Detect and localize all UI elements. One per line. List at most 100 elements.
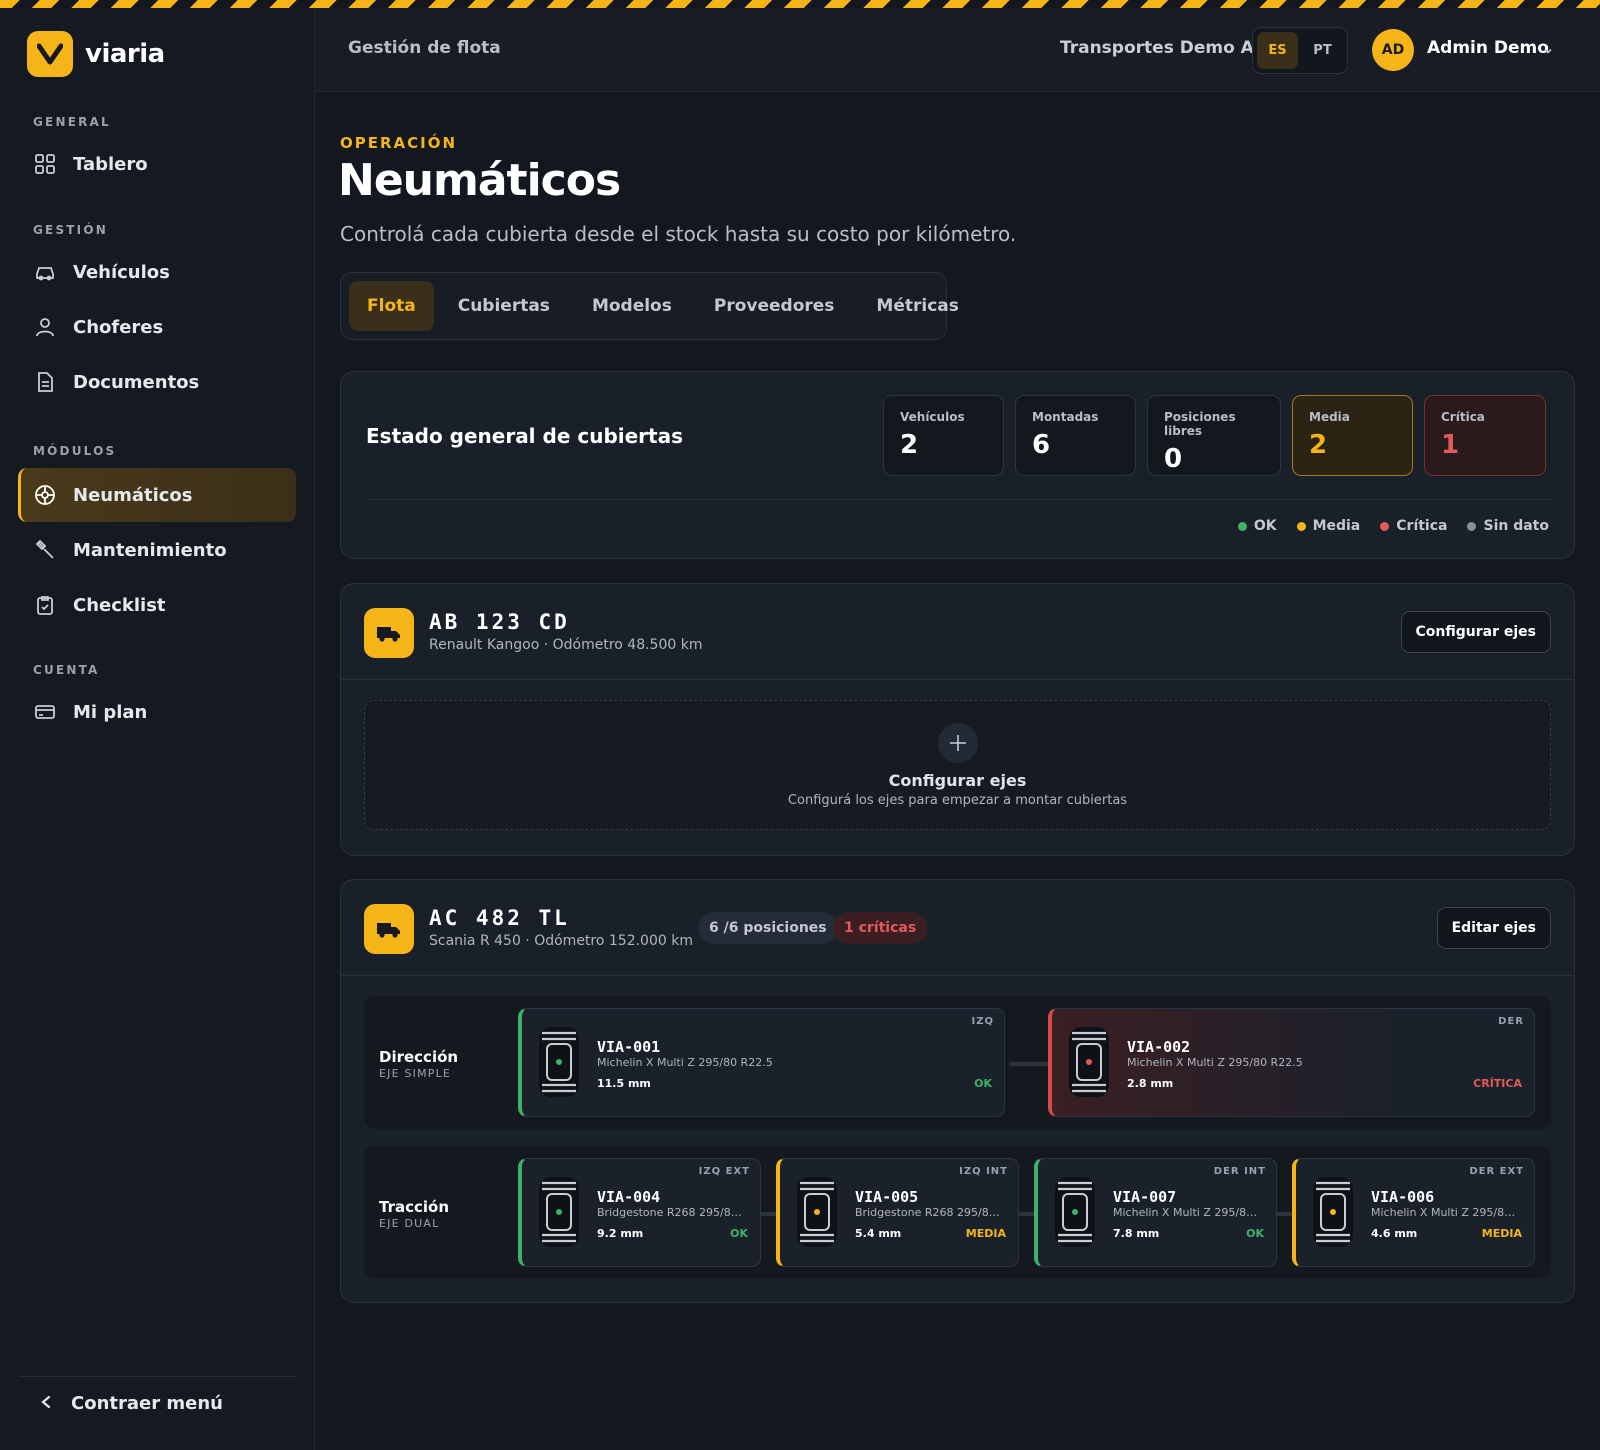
tire-model: Michelin X Multi Z 295/80... — [1113, 1206, 1263, 1219]
legend-dot — [1380, 521, 1390, 531]
lang-es-button[interactable]: ES — [1257, 32, 1298, 69]
credit-card-icon — [33, 700, 57, 724]
legend-critica: Crítica — [1380, 518, 1447, 534]
tire-depth: 7.8 mm — [1113, 1227, 1160, 1240]
tire-slot[interactable]: DER VIA-002 Michelin X Multi Z 295/80 R2… — [1048, 1008, 1535, 1117]
configure-axles-empty-state[interactable]: Configurar ejes Configurá los ejes para … — [364, 700, 1551, 830]
truck-icon — [364, 904, 414, 954]
tire-status: OK — [974, 1077, 992, 1090]
sidebar-item-tablero[interactable]: Tablero — [18, 137, 296, 191]
summary-divider — [366, 499, 1551, 500]
axle-type: EJE SIMPLE — [379, 1067, 452, 1080]
chevron-down-icon[interactable] — [1542, 42, 1556, 56]
collapse-menu-button[interactable]: Contraer menú — [40, 1393, 223, 1414]
logo-icon — [27, 31, 73, 77]
sidebar-item-label: Mi plan — [73, 701, 148, 723]
empty-state-subtitle: Configurá los ejes para empezar a montar… — [787, 793, 1128, 808]
axle-name: Dirección — [379, 1048, 459, 1066]
tire-depth: 11.5 mm — [597, 1077, 651, 1090]
edit-axles-button[interactable]: Editar ejes — [1436, 907, 1551, 949]
wrench-icon — [33, 538, 57, 562]
user-icon — [33, 315, 57, 339]
page-title: Neumáticos — [338, 155, 621, 206]
tire-code: VIA-004 — [597, 1188, 661, 1206]
legend-ok: OK — [1237, 518, 1277, 534]
legend-label: Crítica — [1396, 518, 1448, 534]
company-name[interactable]: Transportes Demo AR — [1060, 38, 1267, 58]
tire-status: MEDIA — [965, 1227, 1006, 1240]
nav-section-gestion: GESTIÓN — [33, 223, 108, 237]
chevron-left-icon — [40, 1393, 54, 1414]
grid-icon — [33, 152, 57, 176]
tire-slot[interactable]: IZQ VIA-001 Michelin X Multi Z 295/80 R2… — [518, 1008, 1005, 1117]
legend-dot — [1237, 521, 1247, 531]
axle-row-direccion: Dirección EJE SIMPLE IZQ VIA-001 Micheli… — [364, 996, 1551, 1129]
sidebar-item-neumaticos[interactable]: Neumáticos — [18, 468, 296, 522]
page-eyebrow: OPERACIÓN — [340, 134, 458, 152]
tire-depth: 9.2 mm — [597, 1227, 644, 1240]
tire-slot[interactable]: DER INT VIA-007 Michelin X Multi Z 295/8… — [1034, 1158, 1277, 1267]
tire-model: Michelin X Multi Z 295/80 R22.5 — [1127, 1056, 1303, 1069]
clipboard-check-icon — [33, 593, 57, 617]
sidebar: viaria GENERAL Tablero GESTIÓN Vehículos… — [0, 8, 315, 1450]
sidebar-item-vehiculos[interactable]: Vehículos — [18, 245, 296, 299]
tire-position: DER — [1498, 1016, 1524, 1027]
tire-icon — [1069, 1027, 1109, 1097]
configure-axles-button[interactable]: Configurar ejes — [1400, 611, 1551, 653]
tire-status: OK — [1246, 1227, 1264, 1240]
sidebar-item-checklist[interactable]: Checklist — [18, 578, 296, 632]
tab-flota[interactable]: Flota — [349, 281, 434, 331]
tire-code: VIA-001 — [597, 1038, 661, 1056]
stat-value: 2 — [900, 430, 919, 460]
legend-sin-dato: Sin dato — [1467, 518, 1549, 534]
sidebar-item-label: Choferes — [73, 316, 164, 338]
tire-code: VIA-002 — [1127, 1038, 1191, 1056]
tire-icon — [1313, 1177, 1353, 1247]
lang-pt-button[interactable]: PT — [1302, 32, 1343, 69]
tab-bar: Flota Cubiertas Modelos Proveedores Métr… — [340, 272, 959, 340]
tire-model: Michelin X Multi Z 295/80... — [1371, 1206, 1521, 1219]
avatar[interactable]: AD — [1372, 29, 1414, 71]
sidebar-item-mantenimiento[interactable]: Mantenimiento — [18, 523, 296, 577]
page-subtitle: Controlá cada cubierta desde el stock ha… — [340, 222, 1017, 246]
document-icon — [33, 370, 57, 394]
tab-metricas[interactable]: Métricas — [858, 281, 976, 331]
nav-section-general: GENERAL — [33, 115, 111, 129]
tire-status: OK — [730, 1227, 748, 1240]
tire-model: Bridgestone R268 295/80... — [855, 1206, 1005, 1219]
tire-icon — [539, 1027, 579, 1097]
collapse-menu-label: Contraer menú — [71, 1393, 223, 1414]
sidebar-divider — [18, 1376, 296, 1377]
tire-depth: 4.6 mm — [1371, 1227, 1418, 1240]
plus-icon — [938, 723, 978, 763]
stat-label: Montadas — [1032, 410, 1099, 424]
sidebar-item-documentos[interactable]: Documentos — [18, 355, 296, 409]
stat-media: Media 2 — [1292, 395, 1413, 476]
tab-modelos[interactable]: Modelos — [574, 281, 690, 331]
sidebar-item-mi-plan[interactable]: Mi plan — [18, 685, 296, 739]
sidebar-item-label: Vehículos — [73, 261, 170, 283]
tire-icon — [539, 1177, 579, 1247]
sidebar-item-label: Neumáticos — [73, 484, 193, 506]
tire-slot[interactable]: IZQ EXT VIA-004 Bridgestone R268 295/80.… — [518, 1158, 761, 1267]
legend-label: OK — [1253, 518, 1277, 534]
sidebar-item-choferes[interactable]: Choferes — [18, 300, 296, 354]
stat-label: Vehículos — [900, 410, 965, 424]
vehicle-header: AB 123 CD Renault Kangoo · Odómetro 48.5… — [341, 584, 1574, 680]
tire-slot[interactable]: IZQ INT VIA-005 Bridgestone R268 295/80.… — [776, 1158, 1019, 1267]
user-name[interactable]: Admin Demo — [1427, 38, 1549, 58]
tire-position: DER EXT — [1469, 1166, 1524, 1177]
tab-proveedores[interactable]: Proveedores — [696, 281, 853, 331]
logo[interactable]: viaria — [27, 31, 165, 77]
car-icon — [33, 260, 57, 284]
axle-type: EJE DUAL — [379, 1217, 440, 1230]
stat-value: 0 — [1164, 444, 1183, 474]
tire-slot[interactable]: DER EXT VIA-006 Michelin X Multi Z 295/8… — [1292, 1158, 1535, 1267]
stat-value: 6 — [1032, 430, 1051, 460]
axle-name: Tracción — [379, 1198, 450, 1216]
sidebar-item-label: Mantenimiento — [73, 539, 227, 561]
tab-cubiertas[interactable]: Cubiertas — [440, 281, 568, 331]
vehicle-plate: AB 123 CD — [429, 610, 570, 634]
stat-value: 1 — [1441, 430, 1460, 460]
language-switcher: ES PT — [1252, 27, 1348, 74]
